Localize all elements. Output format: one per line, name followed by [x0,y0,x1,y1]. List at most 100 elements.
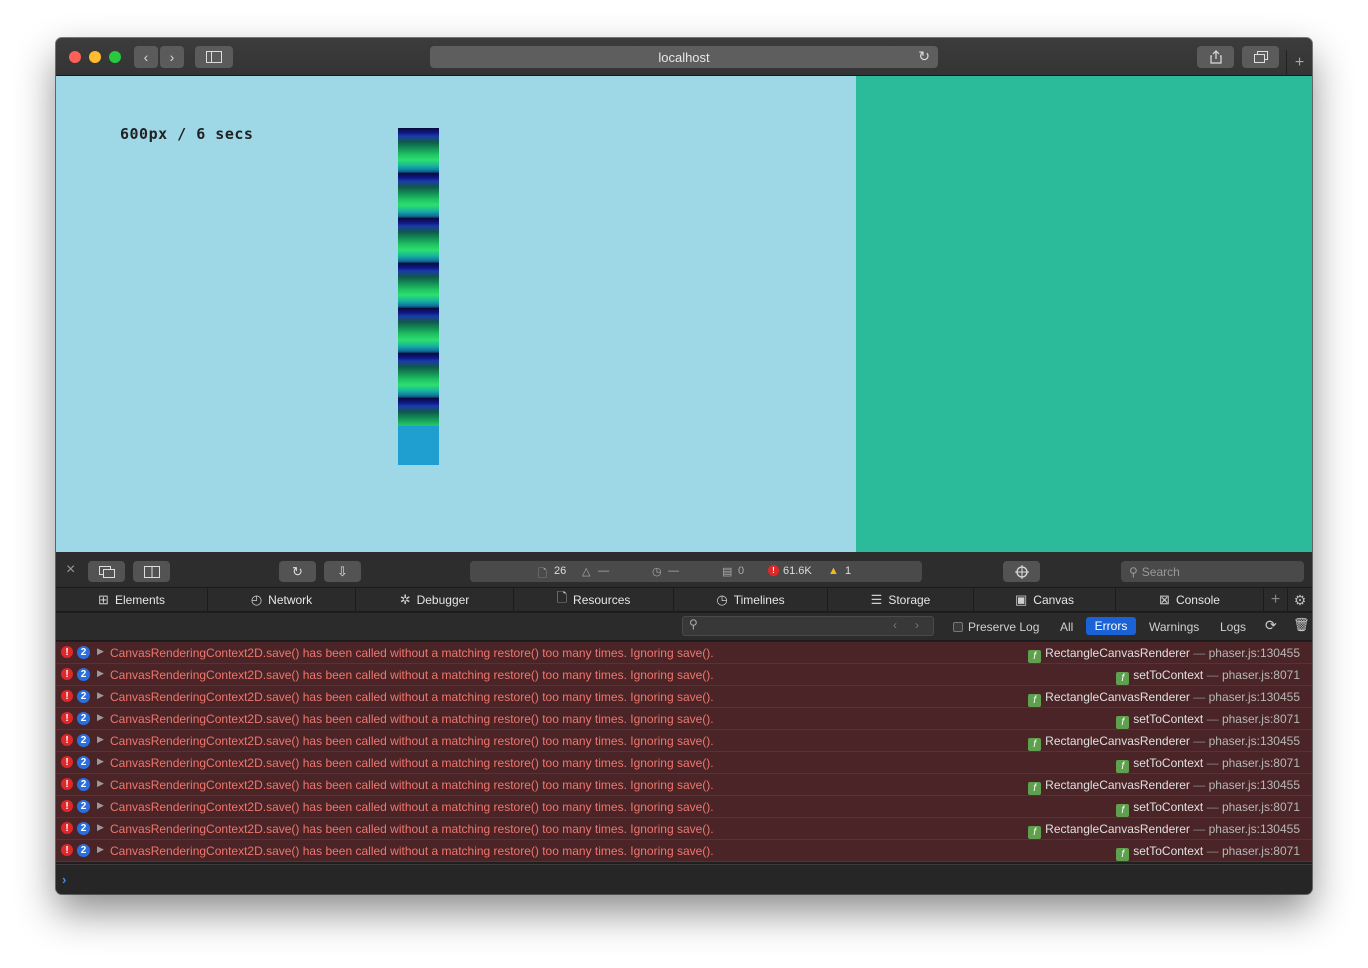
close-devtools-icon[interactable]: × [66,561,75,579]
activity-viewer[interactable]: 🗋 26 △ — ◷ — ▤ 0 ! 61.6K ▲ 1 [470,561,922,582]
console-row[interactable]: ! 2 ▶ CanvasRenderingContext2D.save() ha… [56,686,1312,708]
filter-all-button[interactable]: All [1060,620,1073,634]
call-source[interactable]: f setToContext — phaser.js:8071 [1116,756,1300,773]
tab-label: Canvas [1033,593,1074,607]
console-row[interactable]: ! 2 ▶ CanvasRenderingContext2D.save() ha… [56,664,1312,686]
filter-errors-button[interactable]: Errors [1086,617,1136,635]
previous-match-icon[interactable]: ‹ [893,618,897,632]
console-row[interactable]: ! 2 ▶ CanvasRenderingContext2D.save() ha… [56,818,1312,840]
search-icon: ⚲ [689,617,698,631]
source-location-link[interactable]: phaser.js:8071 [1222,800,1300,814]
disclosure-triangle-icon[interactable]: ▶ [97,668,104,679]
source-location-link[interactable]: phaser.js:8071 [1222,756,1300,770]
strip-band [398,263,439,309]
tabs-overview-button[interactable] [1242,46,1279,68]
disclosure-triangle-icon[interactable]: ▶ [97,844,104,855]
disclosure-triangle-icon[interactable]: ▶ [97,822,104,833]
log-icon: ▤ [722,566,733,578]
tab-network[interactable]: ◴ Network [208,588,356,612]
reload-icon[interactable]: ↻ [918,48,930,65]
filter-logs-button[interactable]: Logs [1220,620,1246,634]
disclosure-triangle-icon[interactable]: ▶ [97,800,104,811]
canvas-icon: ▣ [1015,592,1028,607]
call-source[interactable]: f setToContext — phaser.js:8071 [1116,844,1300,861]
detach-devtools-button[interactable] [88,561,125,582]
console-row[interactable]: ! 2 ▶ CanvasRenderingContext2D.save() ha… [56,752,1312,774]
game-canvas[interactable]: 600px / 6 secs [56,76,856,552]
repeat-count-badge: 2 [77,778,90,791]
error-icon: ! [61,800,73,812]
crosshair-icon [1014,564,1029,579]
trash-icon[interactable]: 🗑 [1293,617,1310,633]
disclosure-triangle-icon[interactable]: ▶ [97,646,104,657]
source-location-link[interactable]: phaser.js:130455 [1209,690,1300,704]
error-icon: ! [61,690,73,702]
detach-icon [98,565,115,578]
storage-icon: ☰ [870,592,883,607]
next-match-icon[interactable]: › [915,618,919,632]
dock-side-button[interactable] [133,561,170,582]
call-source[interactable]: f setToContext — phaser.js:8071 [1116,668,1300,685]
reload-icon: ↻ [292,563,303,579]
back-button[interactable]: ‹ [134,46,158,68]
tab-timelines[interactable]: ◷ Timelines [674,588,828,612]
filter-warnings-button[interactable]: Warnings [1149,620,1199,634]
source-location-link[interactable]: phaser.js:130455 [1209,646,1300,660]
source-location-link[interactable]: phaser.js:130455 [1209,734,1300,748]
forward-button[interactable]: › [160,46,184,68]
console-prompt[interactable]: › [56,864,1312,894]
zoom-window-button[interactable] [109,51,121,63]
source-location-link[interactable]: phaser.js:130455 [1209,778,1300,792]
tab-canvas[interactable]: ▣ Canvas [974,588,1116,612]
function-icon: f [1116,848,1130,861]
console-row[interactable]: ! 2 ▶ CanvasRenderingContext2D.save() ha… [56,708,1312,730]
source-location-link[interactable]: phaser.js:130455 [1209,822,1300,836]
disclosure-triangle-icon[interactable]: ▶ [97,712,104,723]
new-tab-button[interactable]: + [1286,50,1312,76]
disclosure-triangle-icon[interactable]: ▶ [97,778,104,789]
clear-on-reload-icon[interactable]: ⟳ [1265,617,1277,634]
console-row[interactable]: ! 2 ▶ CanvasRenderingContext2D.save() ha… [56,774,1312,796]
tab-elements[interactable]: ⊞ Elements [56,588,208,612]
minimize-window-button[interactable] [89,51,101,63]
console-row[interactable]: ! 2 ▶ CanvasRenderingContext2D.save() ha… [56,730,1312,752]
call-source[interactable]: f setToContext — phaser.js:8071 [1116,800,1300,817]
console-filter-input[interactable]: ⚲ ‹ › [682,616,934,636]
tab-storage[interactable]: ☰ Storage [828,588,974,612]
share-button[interactable] [1197,46,1234,68]
source-location-link[interactable]: phaser.js:8071 [1222,668,1300,682]
tab-resources[interactable]: 🗋 Resources [514,588,674,612]
animated-rectangle-strip [398,128,439,465]
console-row[interactable]: ! 2 ▶ CanvasRenderingContext2D.save() ha… [56,840,1312,862]
preserve-log-checkbox[interactable]: Preserve Log [953,620,1039,634]
add-tab-button[interactable]: + [1264,588,1288,612]
console-row[interactable]: ! 2 ▶ CanvasRenderingContext2D.save() ha… [56,642,1312,664]
call-source[interactable]: f RectangleCanvasRenderer — phaser.js:130… [1028,734,1300,751]
call-source[interactable]: f RectangleCanvasRenderer — phaser.js:130… [1028,690,1300,707]
disclosure-triangle-icon[interactable]: ▶ [97,734,104,745]
settings-button[interactable]: ⚙ [1288,588,1312,612]
console-log: ! 2 ▶ CanvasRenderingContext2D.save() ha… [56,642,1312,864]
disclosure-triangle-icon[interactable]: ▶ [97,690,104,701]
tab-debugger[interactable]: ✲ Debugger [356,588,514,612]
error-message: CanvasRenderingContext2D.save() has been… [110,756,714,770]
call-source[interactable]: f RectangleCanvasRenderer — phaser.js:130… [1028,778,1300,795]
disclosure-triangle-icon[interactable]: ▶ [97,756,104,767]
close-window-button[interactable] [69,51,81,63]
call-source[interactable]: f setToContext — phaser.js:8071 [1116,712,1300,729]
call-source[interactable]: f RectangleCanvasRenderer — phaser.js:130… [1028,822,1300,839]
source-location-link[interactable]: phaser.js:8071 [1222,844,1300,858]
call-source[interactable]: f RectangleCanvasRenderer — phaser.js:130… [1028,646,1300,663]
warnings-count: 1 [845,565,852,577]
sidebar-toggle-button[interactable] [195,46,233,68]
checkbox-box[interactable] [953,622,963,632]
devtools-search-input[interactable]: ⚲ Search [1121,561,1304,582]
source-location-link[interactable]: phaser.js:8071 [1222,712,1300,726]
download-archive-button[interactable]: ⇩ [324,561,361,582]
error-message: CanvasRenderingContext2D.save() has been… [110,822,714,836]
tab-console[interactable]: ⊠ Console [1116,588,1264,612]
address-bar[interactable]: localhost ↻ [430,46,938,68]
inspect-element-button[interactable] [1003,561,1040,582]
reload-page-button[interactable]: ↻ [279,561,316,582]
console-row[interactable]: ! 2 ▶ CanvasRenderingContext2D.save() ha… [56,796,1312,818]
